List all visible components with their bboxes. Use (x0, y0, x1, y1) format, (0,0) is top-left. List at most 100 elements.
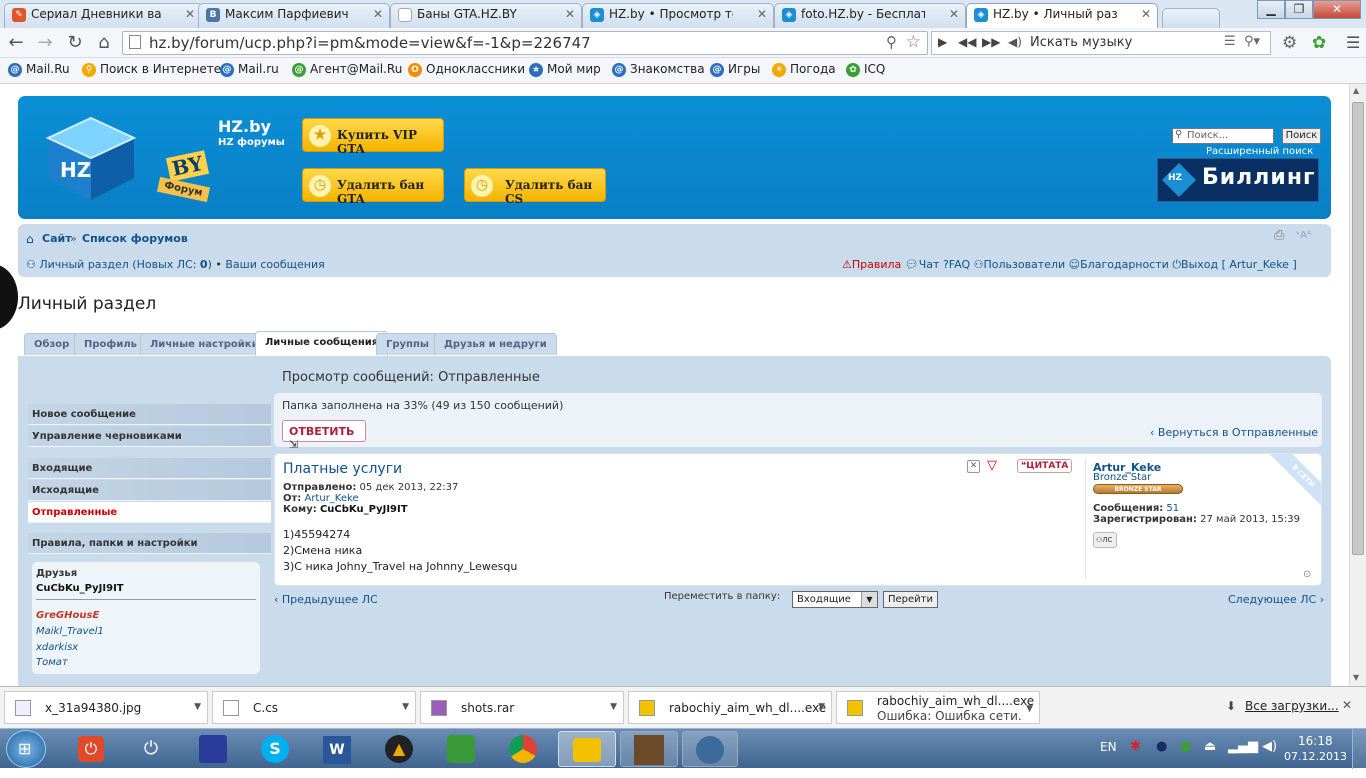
network-signal-icon[interactable]: ▂▄▆ (1228, 739, 1258, 754)
play-icon[interactable]: ▶ (938, 35, 947, 49)
search-dropdown-icon[interactable]: ⚲▾ (1244, 34, 1260, 49)
move-go-button[interactable]: Перейти (883, 591, 938, 608)
menu-sent[interactable]: Отправленные (28, 502, 271, 523)
close-tab-icon[interactable]: ✕ (185, 7, 195, 21)
close-window-button[interactable]: ✕ (1313, 0, 1361, 19)
unban-gta-button[interactable]: ◷ Удалить бан GTA (302, 168, 444, 206)
volume-icon[interactable]: ◀) (1008, 35, 1022, 49)
send-pm-button[interactable]: ⚇ЛС (1093, 532, 1117, 548)
breadcrumb-site[interactable]: Сайт (42, 232, 72, 245)
taskbar-app-gta[interactable] (434, 731, 488, 767)
menu-lines-icon[interactable]: ☰ (1224, 34, 1236, 49)
taskbar-app-explorer[interactable] (558, 731, 616, 767)
browser-tab[interactable]: ✎ Сериал Дневники вампи ✕ (4, 3, 202, 28)
bookmark-item[interactable]: @ Знакомства (612, 62, 705, 77)
friend-offline[interactable]: Maikl_Travel1 (36, 626, 104, 637)
next-pm-link[interactable]: Следующее ЛС › (1228, 593, 1324, 606)
search-icon[interactable]: ⚲ (886, 33, 897, 51)
close-icon[interactable]: ✕ (1342, 698, 1352, 712)
to-value[interactable]: CuCbKu_PyJI9IT (320, 504, 408, 515)
bookmark-item[interactable]: ⚲ Поиск в Интернете (82, 62, 221, 77)
tab-overview[interactable]: Обзор (24, 333, 80, 355)
rules-link[interactable]: Правила (852, 258, 901, 271)
chevron-down-icon[interactable]: ▼ (861, 592, 877, 607)
bookmark-item[interactable]: ☀ Погода (772, 62, 836, 77)
download-item[interactable]: C.cs ▼ (212, 691, 416, 724)
scroll-up-icon[interactable]: ▲ (1353, 86, 1359, 95)
download-item-error[interactable]: rabochiy_aim_wh_dl....exe Ошибка: Ошибка … (836, 691, 1040, 724)
chevron-down-icon[interactable]: ▼ (818, 702, 825, 712)
close-tab-icon[interactable]: ✕ (1141, 7, 1151, 21)
font-size-toggle[interactable]: ᵛAᴬ (1296, 230, 1311, 241)
reply-button[interactable]: ОТВЕТИТЬ ⇲ (282, 420, 366, 451)
bookmark-item[interactable]: О Одноклассники (408, 62, 525, 77)
bookmark-item[interactable]: ★ Мой мир (529, 62, 601, 77)
browser-tab[interactable]: В Максим Парфиевич ✕ (198, 3, 390, 28)
from-value[interactable]: Artur_Keke (304, 493, 358, 504)
taskbar-app-power[interactable]: ⏻ (124, 731, 178, 767)
back-arrow-icon[interactable]: ← (5, 32, 27, 54)
browser-tab[interactable]: ◈ HZ.by • Просмотр темы ✕ (582, 3, 774, 28)
folder-select[interactable]: Входящие ▼ (792, 591, 878, 608)
start-button[interactable]: ⊞ (6, 730, 46, 768)
prev-pm-link[interactable]: ‹ Предыдущее ЛС (274, 593, 378, 606)
print-icon[interactable]: ⎙ (1274, 228, 1284, 243)
tab-private-messages[interactable]: Личные сообщения (255, 331, 389, 356)
tray-app-icon[interactable]: ● (1156, 739, 1167, 754)
top-arrow-icon[interactable]: ⊙ (1303, 569, 1311, 580)
menu-rules-folders[interactable]: Правила, папки и настройки (28, 533, 271, 554)
site-search-button[interactable]: Поиск (1282, 128, 1321, 144)
buy-vip-gta-button[interactable]: ★ Купить VIP GTA (302, 118, 444, 156)
menu-outbox[interactable]: Исходящие (28, 480, 271, 501)
minimize-button[interactable]: ▁ (1257, 0, 1285, 19)
bookmark-item[interactable]: @ Mail.ru (220, 62, 279, 77)
tray-app-icon[interactable]: ✱ (1130, 739, 1141, 754)
tab-preferences[interactable]: Личные настройки (140, 333, 269, 355)
scroll-down-icon[interactable]: ▼ (1353, 673, 1359, 682)
taskbar-app-word[interactable]: W (310, 731, 364, 767)
friend-offline[interactable]: GreGHousE (36, 610, 99, 621)
unban-cs-button[interactable]: ◷ Удалить бан CS (464, 168, 606, 206)
taskbar-app-shutdown[interactable]: ⏻ (64, 731, 118, 767)
extension-icon[interactable]: ⚙ (1282, 33, 1297, 53)
wrench-menu-icon[interactable]: ☰ (1346, 33, 1360, 52)
clock-time[interactable]: 16:18 (1298, 734, 1333, 748)
music-search-input[interactable]: Искать музыку (1030, 35, 1132, 50)
all-downloads-link[interactable]: Все загрузки... (1245, 699, 1339, 713)
menu-drafts[interactable]: Управление черновиками (28, 426, 271, 447)
scroll-thumb[interactable] (1352, 102, 1364, 555)
back-to-sent-link[interactable]: ‹ Вернуться в Отправленные (1150, 426, 1318, 439)
download-item[interactable]: shots.rar ▼ (420, 691, 624, 724)
chevron-down-icon[interactable]: ▼ (194, 702, 201, 712)
friend-online[interactable]: CuCbKu_PyJI9IT (36, 583, 124, 594)
billing-banner[interactable]: HZ Биллинг (1157, 158, 1319, 202)
new-tab-button[interactable] (1162, 8, 1220, 28)
agent-extension-icon[interactable]: ✿ (1312, 33, 1326, 53)
bookmark-item[interactable]: @ Агент@Mail.Ru (292, 62, 402, 77)
vertical-scrollbar[interactable]: ▲ ▼ (1349, 84, 1366, 686)
volume-icon[interactable]: ◀) (1262, 739, 1277, 754)
site-logo[interactable]: HZ (40, 114, 142, 202)
posts-value[interactable]: 51 (1166, 503, 1179, 514)
tray-agent-icon[interactable]: ● (1180, 739, 1191, 754)
logout-link[interactable]: Выход [ (1181, 258, 1226, 271)
taskbar-app-aimp[interactable]: ▲ (372, 731, 426, 767)
taskbar-app-teamspeak[interactable] (682, 731, 738, 767)
download-item[interactable]: rabochiy_aim_wh_dl....exe ▼ (628, 691, 832, 724)
taskbar-app-chrome[interactable] (496, 731, 550, 767)
users-link[interactable]: Пользователи (983, 258, 1065, 271)
bookmark-item[interactable]: @ Mail.Ru (8, 62, 70, 77)
menu-new-message[interactable]: Новое сообщение (28, 404, 271, 425)
quote-button[interactable]: ❝ЦИТАТА (1017, 459, 1073, 473)
site-name[interactable]: HZ.by (218, 117, 271, 136)
star-bookmark-icon[interactable]: ☆ (906, 32, 921, 52)
advanced-search-link[interactable]: Расширенный поиск (1206, 146, 1313, 157)
download-item[interactable]: x_31a94380.jpg ▼ (4, 691, 208, 724)
browser-tab[interactable]: ◈ foto.HZ.by - Бесплатный ✕ (774, 3, 966, 28)
rewind-icon[interactable]: ◀◀ (958, 35, 976, 49)
clock-date[interactable]: 07.12.2013 (1284, 750, 1347, 763)
chevron-down-icon[interactable]: ▼ (1026, 702, 1033, 717)
your-messages-link[interactable]: Ваши сообщения (225, 258, 324, 271)
friend-offline[interactable]: Томат (36, 657, 68, 668)
reload-icon[interactable]: ↻ (64, 32, 86, 54)
